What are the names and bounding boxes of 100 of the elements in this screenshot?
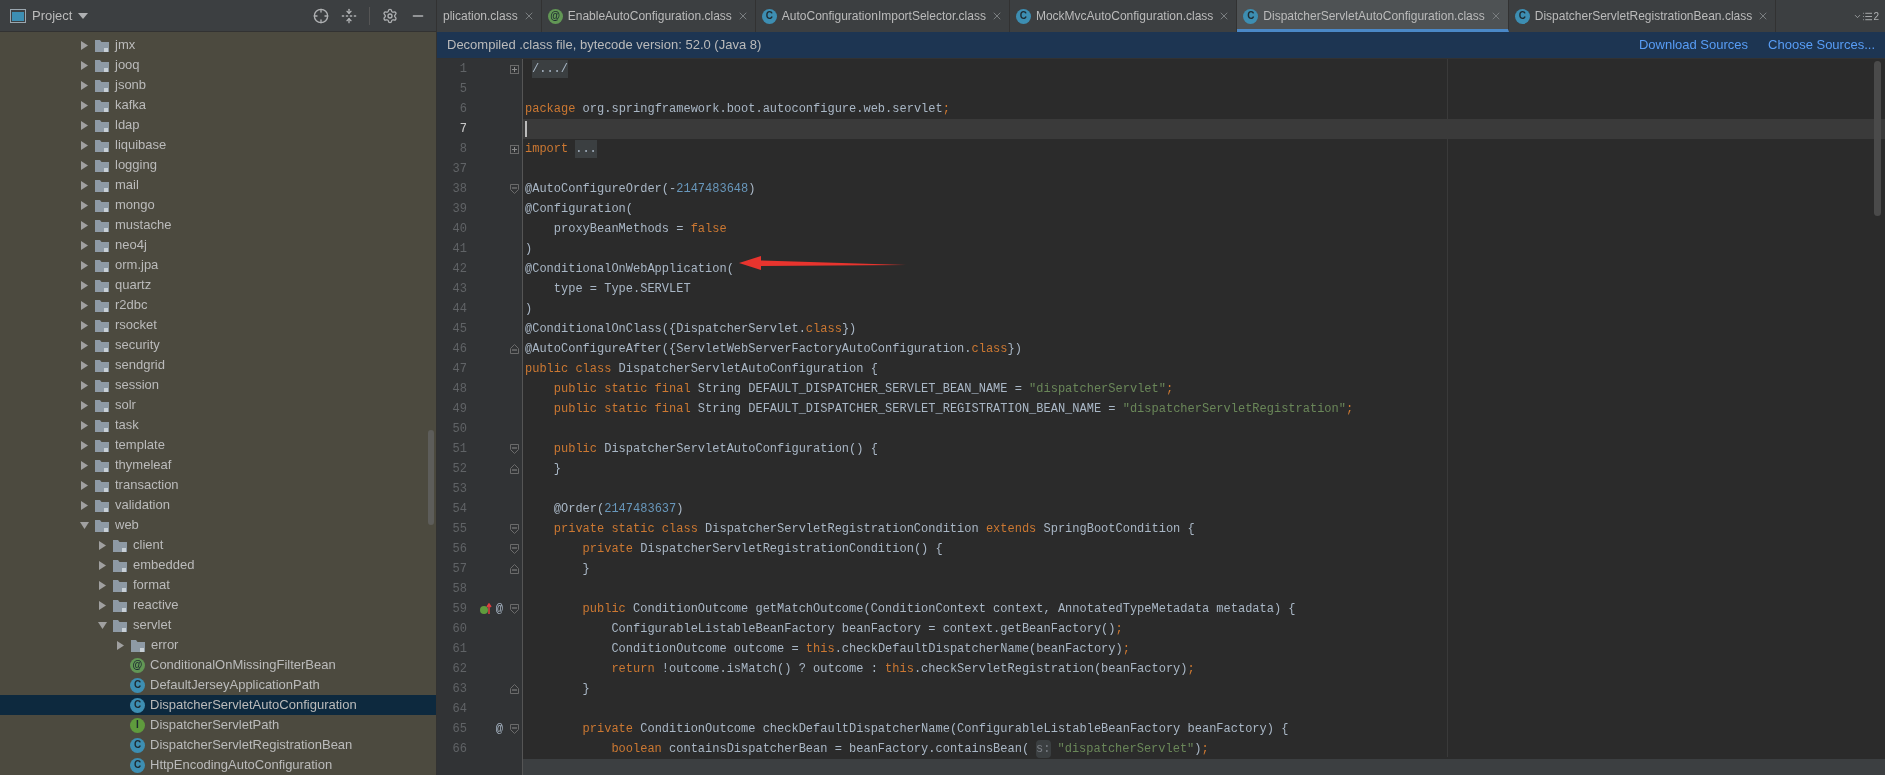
folder-icon <box>94 457 110 473</box>
tree-item[interactable]: C DefaultJerseyApplicationPath <box>0 675 436 695</box>
tree-item[interactable]: web <box>0 515 436 535</box>
tree-item[interactable]: mail <box>0 175 436 195</box>
fold-end-icon[interactable] <box>509 464 519 474</box>
folder-icon <box>94 117 110 133</box>
annotation-marker[interactable]: @ <box>495 720 503 738</box>
tree-item[interactable]: solr <box>0 395 436 415</box>
tree-item[interactable]: reactive <box>0 595 436 615</box>
collapsed-arrow-icon[interactable] <box>116 640 125 650</box>
fold-end-icon[interactable] <box>509 684 519 694</box>
code-line: proxyBeanMethods = false <box>552 221 727 238</box>
tree-item[interactable]: kafka <box>0 95 436 115</box>
folder-icon <box>94 397 110 413</box>
tree-item[interactable]: I DispatcherServletPath <box>0 715 436 735</box>
tree-item[interactable]: liquibase <box>0 135 436 155</box>
settings-icon[interactable] <box>382 7 398 24</box>
folder-icon <box>94 237 110 253</box>
collapse-all-icon[interactable] <box>341 7 357 24</box>
tree-item[interactable]: error <box>0 635 436 655</box>
text-cursor <box>525 121 527 137</box>
tree-item[interactable]: mongo <box>0 195 436 215</box>
tree-item[interactable]: C DispatcherServletRegistrationBean <box>0 735 436 755</box>
fold-marker-icon[interactable] <box>509 524 519 534</box>
tree-item[interactable]: sendgrid <box>0 355 436 375</box>
expanded-arrow-icon[interactable] <box>80 520 89 530</box>
tree-item[interactable]: jmx <box>0 35 436 55</box>
folder-icon <box>94 437 110 453</box>
tree-item[interactable]: @ ConditionalOnMissingFilterBean <box>0 655 436 675</box>
folder-icon <box>94 37 110 53</box>
tree-item[interactable]: security <box>0 335 436 355</box>
fold-marker-icon[interactable] <box>509 444 519 454</box>
fold-end-icon[interactable] <box>509 344 519 354</box>
tree-item[interactable]: transaction <box>0 475 436 495</box>
file-type-icon: C <box>1514 8 1530 24</box>
tree-item[interactable]: neo4j <box>0 235 436 255</box>
line-number: 7 <box>458 121 467 138</box>
tree-item[interactable]: C HttpEncodingAutoConfiguration <box>0 755 436 775</box>
folder-icon <box>94 337 110 353</box>
code-line: } <box>552 461 561 478</box>
folder-icon <box>94 197 110 213</box>
tree-item[interactable]: rsocket <box>0 315 436 335</box>
folder-icon <box>94 177 110 193</box>
tree-item[interactable]: mustache <box>0 215 436 235</box>
code-line: @Configuration( <box>525 201 634 218</box>
code-line: ConditionOutcome outcome = this.checkDefaultDispatcherName(beanFactory); <box>610 641 1130 658</box>
file-type-icon: I <box>130 717 145 733</box>
scrollbar-thumb[interactable] <box>1874 61 1881 216</box>
tree-item[interactable]: r2dbc <box>0 295 436 315</box>
tree-item[interactable]: thymeleaf <box>0 455 436 475</box>
tree-item[interactable]: client <box>0 535 436 555</box>
folder-icon <box>94 377 110 393</box>
code-line: ) <box>525 301 533 318</box>
code-line: package org.springframework.boot.autoconfigure.web.servlet; <box>525 101 950 118</box>
banner-link[interactable]: Choose Sources... <box>1768 35 1875 55</box>
tree-item[interactable]: C DispatcherServletAutoConfiguration <box>0 695 436 715</box>
locate-icon[interactable] <box>313 7 329 24</box>
tree-item[interactable]: embedded <box>0 555 436 575</box>
code-line: private ConditionOutcome checkDefaultDispatcherName(ConfigurableListableBeanFactory beanFactory) { <box>581 721 1289 738</box>
expanded-arrow-icon[interactable] <box>98 620 107 630</box>
tree-item[interactable]: session <box>0 375 436 395</box>
fold-plus-icon[interactable] <box>509 144 519 154</box>
editor-tab[interactable]: C DispatcherServletAutoConfiguration.class <box>1237 0 1509 32</box>
folder-icon <box>94 97 110 113</box>
file-type-icon: C <box>130 697 145 713</box>
tree-item[interactable]: validation <box>0 495 436 515</box>
annotation-marker[interactable]: @ <box>495 600 503 618</box>
code-line: public DispatcherServletAutoConfiguration() { <box>552 441 878 458</box>
scrollbar-thumb[interactable] <box>428 430 434 525</box>
dropdown-caret-icon[interactable] <box>78 12 89 19</box>
code-line: public static final String DEFAULT_DISPATCHER_SERVLET_BEAN_NAME = "dispatcherServlet"; <box>552 381 1174 398</box>
fold-marker-icon[interactable] <box>509 544 519 554</box>
tree-item[interactable]: jsonb <box>0 75 436 95</box>
tab-overflow-button[interactable]: 2 <box>1847 0 1885 32</box>
tree-item[interactable]: orm.jpa <box>0 255 436 275</box>
tree-item[interactable]: format <box>0 575 436 595</box>
code-line: type = Type.SERVLET <box>552 281 691 298</box>
tree-item[interactable]: jooq <box>0 55 436 75</box>
folder-icon <box>112 537 128 553</box>
tree-item[interactable]: logging <box>0 155 436 175</box>
code-line: public class DispatcherServletAutoConfiguration { <box>525 361 878 378</box>
tree-item[interactable]: template <box>0 435 436 455</box>
folder-icon <box>94 317 110 333</box>
tree-item[interactable]: task <box>0 415 436 435</box>
fold-plus-icon[interactable] <box>509 64 519 74</box>
fold-marker-icon[interactable] <box>509 184 519 194</box>
panel-title[interactable]: Project <box>32 5 73 26</box>
fold-marker-icon[interactable] <box>509 604 519 614</box>
tree-item[interactable]: ldap <box>0 115 436 135</box>
code-line: @Order(2147483637) <box>552 501 684 518</box>
code-line: @AutoConfigureOrder(-2147483648) <box>525 181 756 198</box>
tree-item[interactable]: servlet <box>0 615 436 635</box>
fold-end-icon[interactable] <box>509 564 519 574</box>
tree-item[interactable]: quartz <box>0 275 436 295</box>
project-window-icon <box>10 8 26 23</box>
file-type-icon: C <box>130 757 145 773</box>
fold-marker-icon[interactable] <box>509 724 519 734</box>
implements-method-icon[interactable] <box>478 603 492 615</box>
banner-link[interactable]: Download Sources <box>1638 35 1749 55</box>
folder-icon <box>94 157 110 173</box>
